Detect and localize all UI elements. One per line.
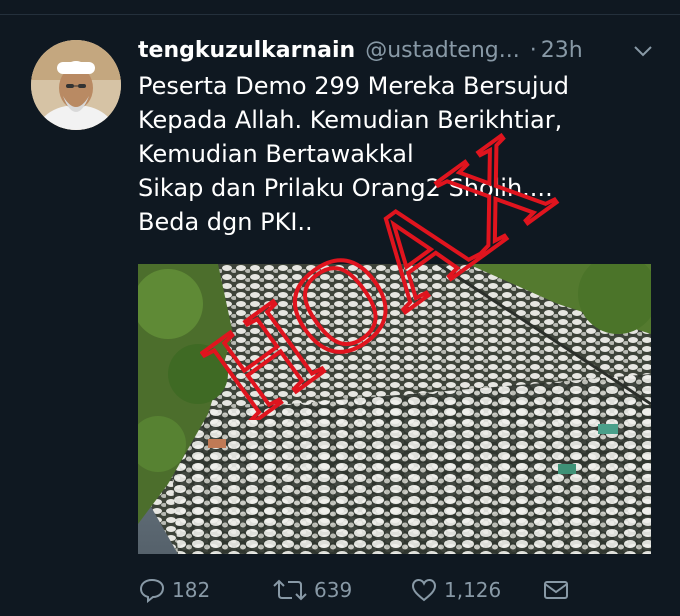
crowd-photo-image bbox=[138, 264, 651, 554]
tweet-header: tengkuzulkarnain @ustadteng... · 23h bbox=[138, 34, 658, 66]
reply-count: 182 bbox=[172, 578, 211, 602]
chevron-down-icon[interactable] bbox=[633, 44, 653, 58]
retweet-icon bbox=[273, 579, 307, 601]
tweet-photo[interactable] bbox=[138, 264, 651, 554]
tweet-text: Peserta Demo 299 Mereka Bersujud Kepada … bbox=[138, 69, 658, 239]
separator-dot: · bbox=[529, 37, 537, 63]
tweet-text-line: Beda dgn PKI.. bbox=[138, 208, 313, 236]
like-button[interactable]: 1,126 bbox=[410, 572, 501, 608]
avatar[interactable] bbox=[31, 40, 121, 130]
tweet-text-line: Kepada Allah. Kemudian Berikhtiar, bbox=[138, 106, 563, 134]
reply-icon bbox=[139, 578, 165, 603]
retweet-button[interactable]: 639 bbox=[272, 572, 352, 608]
envelope-icon bbox=[544, 581, 568, 599]
tweet-text-line: Peserta Demo 299 Mereka Bersujud bbox=[138, 72, 569, 100]
display-name[interactable]: tengkuzulkarnain bbox=[138, 38, 355, 63]
user-handle[interactable]: @ustadteng... bbox=[365, 38, 520, 63]
direct-message-button[interactable] bbox=[542, 572, 576, 608]
heart-icon bbox=[411, 578, 437, 602]
tweet-time[interactable]: 23h bbox=[541, 38, 583, 63]
retweet-count: 639 bbox=[314, 578, 353, 602]
tweet-text-line: Sikap dan Prilaku Orang2 Sholih.... bbox=[138, 174, 553, 202]
tweet-actions: 182 639 1,126 bbox=[138, 572, 658, 608]
tweet-text-line: Kemudian Bertawakkal bbox=[138, 140, 414, 168]
top-divider bbox=[0, 14, 680, 15]
like-count: 1,126 bbox=[444, 578, 502, 602]
reply-button[interactable]: 182 bbox=[138, 572, 210, 608]
